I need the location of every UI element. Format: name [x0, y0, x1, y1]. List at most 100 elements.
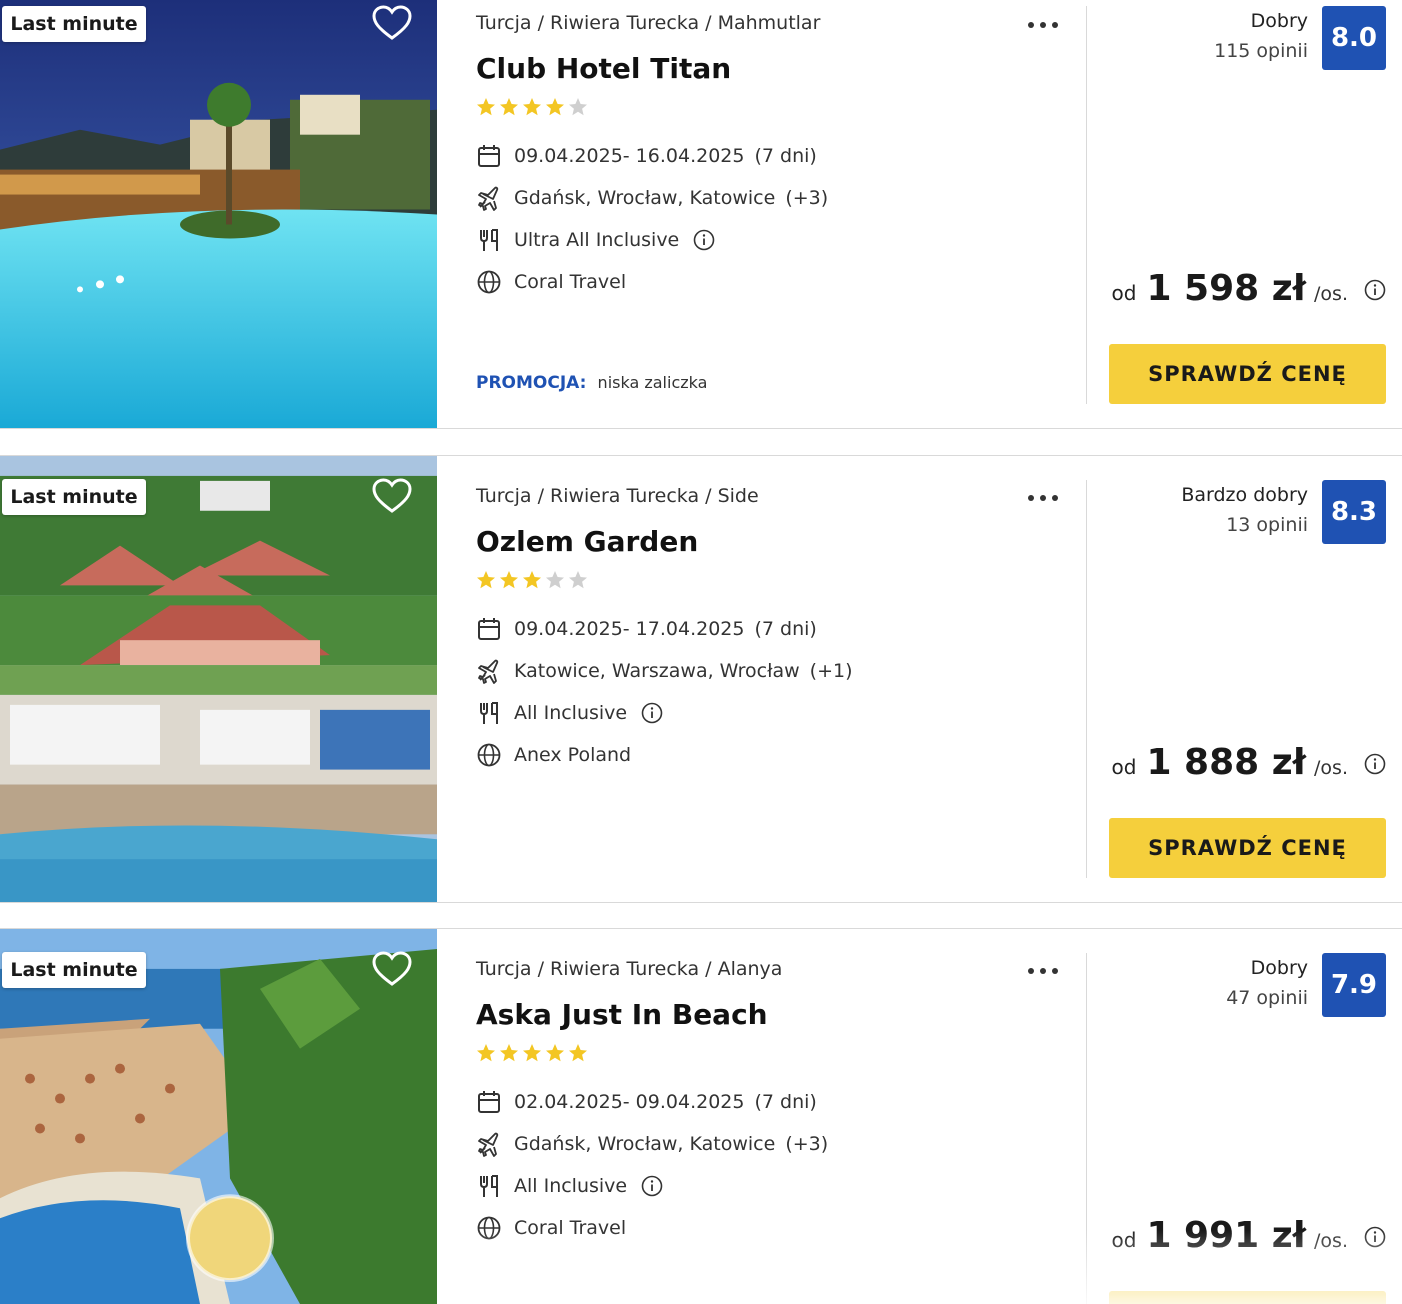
price-suffix: /os. — [1314, 1230, 1348, 1252]
score-badge: 8.3 — [1322, 480, 1386, 544]
last-minute-badge: Last minute — [2, 479, 146, 515]
price: od 1 598 zł /os. — [1112, 268, 1386, 312]
airports-more[interactable]: (+1) — [810, 660, 853, 682]
score-badge: 7.9 — [1322, 953, 1386, 1017]
offer-info: Turcja / Riwiera Turecka / Alanya Aska J… — [476, 946, 1076, 1304]
star-icon — [546, 571, 564, 589]
star-icon — [477, 98, 495, 116]
star-icon — [523, 1044, 541, 1062]
duration-text: (7 dni) — [754, 618, 817, 640]
star-icon — [569, 98, 587, 116]
star-icon — [523, 571, 541, 589]
price-prefix: od — [1111, 755, 1137, 779]
column-divider — [1086, 6, 1087, 404]
calendar-icon — [476, 616, 502, 642]
cutlery-icon — [476, 1173, 502, 1199]
location-breadcrumb[interactable]: Turcja / Riwiera Turecka / Alanya — [476, 958, 782, 980]
favorite-heart-icon[interactable] — [372, 951, 412, 987]
price-info-icon[interactable] — [1364, 1226, 1386, 1248]
airports-text: Gdańsk, Wrocław, Katowice — [514, 187, 776, 209]
airports-text: Gdańsk, Wrocław, Katowice — [514, 1133, 776, 1155]
star-icon — [477, 571, 495, 589]
offer-card[interactable]: Last minute Turcja / Riwiera Turecka / S… — [0, 455, 1402, 903]
check-price-button[interactable] — [1109, 1291, 1386, 1304]
airports-row: Gdańsk, Wrocław, Katowice (+3) — [476, 1129, 828, 1159]
globe-icon — [476, 1215, 502, 1241]
price-amount: 1 598 zł — [1146, 268, 1307, 309]
price-prefix: od — [1111, 1228, 1137, 1252]
operator-text: Coral Travel — [514, 1217, 627, 1239]
last-minute-badge: Last minute — [2, 6, 146, 42]
price-info-icon[interactable] — [1364, 279, 1386, 301]
hotel-name[interactable]: Club Hotel Titan — [476, 52, 731, 85]
star-icon — [546, 1044, 564, 1062]
last-minute-badge: Last minute — [2, 952, 146, 988]
dates-row: 02.04.2025- 09.04.2025 (7 dni) — [476, 1087, 817, 1117]
more-dots-icon[interactable] — [1026, 487, 1060, 509]
review-count[interactable]: 13 opinii — [1181, 510, 1308, 540]
favorite-heart-icon[interactable] — [372, 5, 412, 41]
board-text: Ultra All Inclusive — [514, 229, 680, 251]
promo: PROMOCJA: niska zaliczka — [476, 373, 707, 393]
info-icon[interactable] — [641, 702, 663, 724]
rating[interactable]: Dobry 115 opinii 8.0 — [1096, 6, 1386, 72]
column-divider — [1086, 953, 1087, 1304]
board-text: All Inclusive — [514, 702, 628, 724]
price: od 1 888 zł /os. — [1112, 742, 1386, 786]
star-icon — [546, 98, 564, 116]
hotel-name[interactable]: Aska Just In Beach — [476, 998, 768, 1031]
offer-info: Turcja / Riwiera Turecka / Side Ozlem Ga… — [476, 473, 1076, 919]
hotel-photo-image — [0, 0, 437, 428]
operator-row: Anex Poland — [476, 740, 631, 770]
review-count[interactable]: 115 opinii — [1214, 36, 1308, 66]
more-dots-icon[interactable] — [1026, 14, 1060, 36]
dates-text: 09.04.2025- 16.04.2025 — [514, 145, 745, 167]
price-suffix: /os. — [1314, 283, 1348, 305]
airports-row: Gdańsk, Wrocław, Katowice (+3) — [476, 183, 828, 213]
info-icon[interactable] — [641, 1175, 663, 1197]
board-row: Ultra All Inclusive — [476, 225, 715, 255]
rating-label: Dobry — [1250, 957, 1308, 979]
dates-text: 02.04.2025- 09.04.2025 — [514, 1091, 745, 1113]
star-rating — [476, 570, 588, 592]
airports-more[interactable]: (+3) — [785, 187, 828, 209]
duration-text: (7 dni) — [754, 145, 817, 167]
board-row: All Inclusive — [476, 698, 663, 728]
rating[interactable]: Bardzo dobry 13 opinii 8.3 — [1096, 480, 1386, 546]
check-price-button[interactable]: SPRAWDŹ CENĘ — [1109, 818, 1386, 878]
price-prefix: od — [1111, 281, 1137, 305]
star-icon — [500, 1044, 518, 1062]
location-breadcrumb[interactable]: Turcja / Riwiera Turecka / Side — [476, 485, 759, 507]
star-icon — [500, 571, 518, 589]
operator-row: Coral Travel — [476, 1213, 626, 1243]
offer-card[interactable]: Last minute Turcja / Riwiera Turecka / M… — [0, 0, 1402, 429]
board-row: All Inclusive — [476, 1171, 663, 1201]
airports-more[interactable]: (+3) — [785, 1133, 828, 1155]
cutlery-icon — [476, 227, 502, 253]
check-price-button[interactable]: SPRAWDŹ CENĘ — [1109, 344, 1386, 404]
offer-card[interactable]: Last minute Turcja / Riwiera Turecka / A… — [0, 928, 1402, 1304]
column-divider — [1086, 480, 1087, 878]
hotel-photo[interactable] — [0, 456, 437, 902]
hotel-name[interactable]: Ozlem Garden — [476, 525, 698, 558]
star-icon — [569, 1044, 587, 1062]
price: od 1 991 zł /os. — [1112, 1215, 1386, 1259]
hotel-photo[interactable] — [0, 0, 437, 428]
operator-text: Anex Poland — [514, 744, 632, 766]
rating[interactable]: Dobry 47 opinii 7.9 — [1096, 953, 1386, 1019]
info-icon[interactable] — [693, 229, 715, 251]
star-rating — [476, 1043, 588, 1065]
promo-label: PROMOCJA: — [476, 373, 587, 393]
duration-text: (7 dni) — [754, 1091, 817, 1113]
operator-text: Coral Travel — [514, 271, 627, 293]
favorite-heart-icon[interactable] — [372, 478, 412, 514]
globe-icon — [476, 742, 502, 768]
location-breadcrumb[interactable]: Turcja / Riwiera Turecka / Mahmutlar — [476, 12, 820, 34]
review-count[interactable]: 47 opinii — [1226, 983, 1308, 1013]
offer-info: Turcja / Riwiera Turecka / Mahmutlar Clu… — [476, 0, 1076, 428]
rating-label: Bardzo dobry — [1181, 484, 1308, 506]
cutlery-icon — [476, 700, 502, 726]
more-dots-icon[interactable] — [1026, 960, 1060, 982]
star-icon — [500, 98, 518, 116]
price-info-icon[interactable] — [1364, 753, 1386, 775]
